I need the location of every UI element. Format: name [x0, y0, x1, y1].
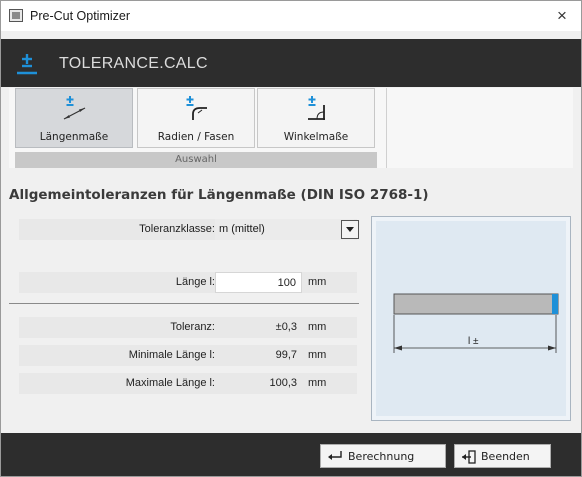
- dimension-label: l ±: [468, 336, 479, 347]
- winkelmasse-button[interactable]: Winkelmaße: [257, 88, 375, 148]
- length-dimension-icon: [63, 96, 86, 120]
- max-laenge-label: Maximale Länge l:: [125, 377, 215, 389]
- close-button[interactable]: ×: [547, 3, 577, 29]
- laenge-row: Länge l: 100 mm: [19, 272, 357, 293]
- min-laenge-row: Minimale Länge l: 99,7 mm: [19, 345, 357, 366]
- app-header-title: TOLERANCE.CALC: [59, 55, 208, 72]
- tolerance-marker: [552, 294, 558, 314]
- toleranzklasse-select[interactable]: m (mittel): [215, 219, 359, 240]
- toleranz-value: ±0,3: [275, 321, 297, 333]
- window-title: Pre-Cut Optimizer: [30, 9, 131, 23]
- enter-arrow-icon: [328, 451, 342, 460]
- laengenmasse-button[interactable]: Längenmaße: [15, 88, 133, 148]
- min-laenge-value: 99,7: [275, 349, 297, 361]
- min-laenge-unit: mm: [308, 349, 327, 361]
- app-header: TOLERANCE.CALC: [1, 39, 581, 87]
- ribbon-toolbar: Längenmaße Radien / Fasen Winkelmaße Aus…: [9, 88, 573, 168]
- radius-chamfer-icon: [186, 96, 207, 120]
- app-icon: [9, 9, 23, 22]
- title-bar: Pre-Cut Optimizer ×: [1, 1, 581, 31]
- beenden-label: Beenden: [481, 450, 530, 463]
- radien-fasen-button[interactable]: Radien / Fasen: [137, 88, 255, 148]
- toleranzklasse-value: m (mittel): [219, 223, 265, 235]
- section-heading: Allgemeintoleranzen für Längenmaße (DIN …: [9, 187, 429, 203]
- beenden-button[interactable]: Beenden: [454, 444, 551, 468]
- toleranzklasse-row: Toleranzklasse: m (mittel): [19, 219, 359, 240]
- min-laenge-label: Minimale Länge l:: [128, 349, 215, 361]
- workpiece-bar: [393, 293, 559, 315]
- laenge-input[interactable]: 100: [215, 272, 302, 293]
- toleranz-unit: mm: [308, 321, 327, 333]
- chevron-down-icon[interactable]: [341, 220, 359, 239]
- laenge-label: Länge l:: [175, 276, 215, 288]
- berechnung-button[interactable]: Berechnung: [320, 444, 446, 468]
- max-laenge-value: 100,3: [269, 377, 297, 389]
- toleranzklasse-label: Toleranzklasse:: [139, 223, 215, 235]
- laenge-unit: mm: [308, 276, 327, 288]
- radien-fasen-label: Radien / Fasen: [157, 131, 235, 143]
- ribbon-group-label: Auswahl: [15, 152, 377, 168]
- form-divider: [9, 303, 359, 304]
- laengenmasse-label: Längenmaße: [39, 131, 109, 143]
- plus-minus-icon: [17, 54, 37, 75]
- max-laenge-row: Maximale Länge l: 100,3 mm: [19, 373, 357, 394]
- toleranz-row: Toleranz: ±0,3 mm: [19, 317, 357, 338]
- ribbon-separator: [386, 88, 387, 168]
- application-window: Pre-Cut Optimizer × TOLERANCE.CALC Länge…: [0, 0, 582, 477]
- preview-panel: l ±: [371, 216, 571, 421]
- winkelmasse-label: Winkelmaße: [283, 131, 349, 143]
- angle-dimension-icon: [308, 96, 325, 120]
- max-laenge-unit: mm: [308, 377, 327, 389]
- footer-bar: Berechnung Beenden: [1, 433, 581, 476]
- berechnung-label: Berechnung: [348, 450, 415, 463]
- length-preview-drawing: l ±: [393, 293, 559, 353]
- exit-door-icon: [462, 450, 476, 464]
- toleranz-label: Toleranz:: [170, 321, 215, 333]
